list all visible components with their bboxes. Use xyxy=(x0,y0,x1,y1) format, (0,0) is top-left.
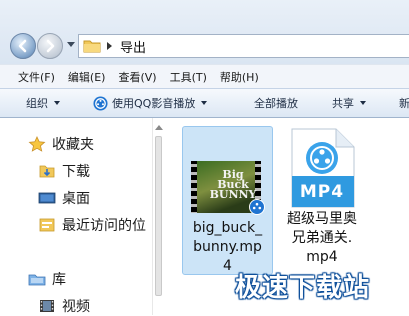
sidebar-item-label: 库 xyxy=(52,272,66,288)
address-row: 导出 xyxy=(0,0,409,64)
libraries-icon xyxy=(28,274,46,286)
desktop-icon xyxy=(38,192,56,204)
qq-player-icon xyxy=(93,95,108,111)
sidebar-item-desktop[interactable]: 桌面 xyxy=(38,188,90,208)
navigation-pane: 收藏夹 下载 桌面 最近访问的位 库 视频 xyxy=(0,118,152,315)
video-library-icon xyxy=(40,300,54,312)
sidebar-item-label: 收藏夹 xyxy=(52,137,94,153)
play-all-label: 全部播放 xyxy=(254,97,298,110)
file-item-big-buck-bunny[interactable]: Big Buck BUNNY big_buck_ bunny.mp 4 xyxy=(182,126,273,275)
downloads-folder-icon xyxy=(39,165,55,178)
qq-player-badge-icon xyxy=(249,199,265,215)
arrow-right-icon xyxy=(46,39,55,53)
breadcrumb-current[interactable]: 导出 xyxy=(120,37,146,56)
menu-tools[interactable]: 工具(T) xyxy=(170,69,207,85)
organize-label: 组织 xyxy=(26,97,48,110)
menu-view[interactable]: 查看(V) xyxy=(118,69,156,85)
menu-help[interactable]: 帮助(H) xyxy=(220,69,259,85)
forward-button[interactable] xyxy=(37,33,63,59)
sidebar-item-downloads[interactable]: 下载 xyxy=(38,161,90,181)
chevron-down-icon xyxy=(54,101,60,105)
arrow-left-icon xyxy=(18,39,27,53)
command-bar: 组织 使用QQ影音播放 全部播放 共享 新 xyxy=(0,88,409,118)
sidebar-item-label: 视频 xyxy=(62,299,90,315)
sidebar-scrollbar[interactable] xyxy=(152,118,164,315)
file-name: 超级马里奥 兄弟通关. mp4 xyxy=(287,211,357,265)
new-label: 新 xyxy=(399,97,409,110)
sidebar-item-libraries[interactable]: 库 xyxy=(28,269,66,289)
address-bar[interactable]: 导出 xyxy=(78,34,409,58)
scroll-up-icon[interactable] xyxy=(155,125,163,130)
scrollbar-thumb[interactable] xyxy=(155,136,162,296)
breadcrumb-separator-icon[interactable] xyxy=(107,42,112,50)
chevron-down-icon xyxy=(201,101,208,105)
play-with-qq-label: 使用QQ影音播放 xyxy=(112,97,196,110)
thumbnail-title: Big Buck BUNNY xyxy=(209,168,257,201)
new-folder-button[interactable]: 新 xyxy=(399,89,409,117)
menu-bar: 文件(F) 编辑(E) 查看(V) 工具(T) 帮助(H) xyxy=(0,64,409,88)
menu-file[interactable]: 文件(F) xyxy=(18,69,55,85)
recent-places-icon xyxy=(39,218,55,232)
recent-locations-dropdown[interactable] xyxy=(67,42,75,47)
sidebar-item-label: 下载 xyxy=(62,164,90,180)
sidebar-item-label: 最近访问的位 xyxy=(62,218,146,234)
star-icon xyxy=(28,136,46,152)
menu-edit[interactable]: 编辑(E) xyxy=(68,69,106,85)
play-all-button[interactable]: 全部播放 xyxy=(254,89,298,117)
play-with-qq-button[interactable]: 使用QQ影音播放 xyxy=(93,89,208,117)
folder-icon xyxy=(83,40,101,53)
sidebar-item-videos[interactable]: 视频 xyxy=(38,296,90,316)
sidebar-item-recent-places[interactable]: 最近访问的位 xyxy=(38,215,146,235)
share-label: 共享 xyxy=(332,97,354,110)
watermark: 极速下载站 xyxy=(235,273,371,303)
organize-button[interactable]: 组织 xyxy=(26,89,60,117)
share-button[interactable]: 共享 xyxy=(332,89,366,117)
mp4-type-label: MP4 xyxy=(299,182,345,202)
back-button[interactable] xyxy=(10,33,36,59)
chevron-down-icon xyxy=(360,101,366,105)
sidebar-item-favorites[interactable]: 收藏夹 xyxy=(28,134,94,154)
sidebar-item-label: 桌面 xyxy=(62,191,90,207)
